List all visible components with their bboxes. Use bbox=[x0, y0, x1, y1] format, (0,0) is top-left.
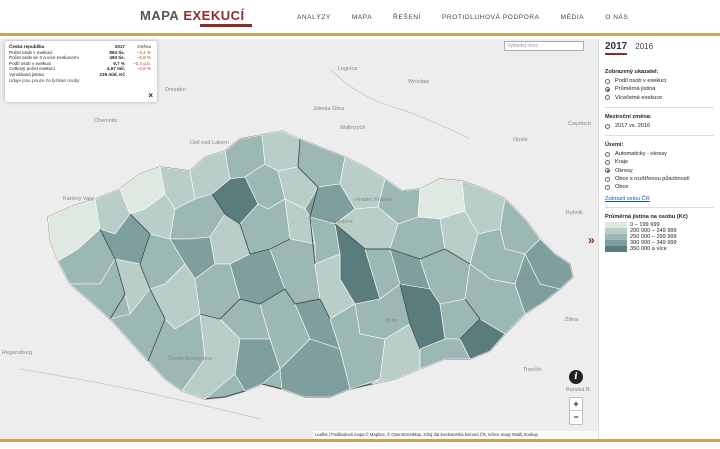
area-title: Území: bbox=[605, 142, 624, 149]
zoom-in-button[interactable]: + bbox=[570, 398, 582, 411]
map-label-regensburg: Regensburg bbox=[2, 350, 32, 356]
logo-underline bbox=[200, 24, 252, 27]
map-label-jelenia-gora: Jelenia Góra bbox=[313, 106, 345, 112]
map-label-banska-bystrica: Banská B. bbox=[566, 387, 592, 393]
zoom-out-button[interactable]: − bbox=[570, 411, 582, 424]
radio-button[interactable] bbox=[605, 185, 610, 191]
map-label-ceske-budejovice: České Budějovice bbox=[168, 356, 213, 362]
radio-option[interactable]: Automaticky - okresy bbox=[605, 150, 714, 158]
radio-option[interactable]: Obce s rozšířenou působností bbox=[605, 175, 714, 183]
indicator-title: Zobrazený ukazatel: bbox=[605, 69, 659, 75]
nav-item-analyzy[interactable]: ANALÝZY bbox=[297, 14, 331, 21]
radio-label: Průměrná jistina bbox=[615, 86, 656, 93]
radio-label: Okresy bbox=[615, 167, 633, 174]
map-label-ostrava: Ostrava bbox=[515, 276, 535, 282]
radio-button[interactable] bbox=[605, 95, 610, 101]
map-label-chemnitz: Chemnitz bbox=[94, 118, 118, 124]
map-label-trencin: Trenčín bbox=[523, 367, 542, 373]
radio-option[interactable]: Průměrná jistina bbox=[605, 85, 714, 93]
map-label-walbrzych: Wałbrzych bbox=[340, 125, 366, 131]
map-attribution: Leaflet | Podkladová mapa © Mapbox, © Op… bbox=[313, 431, 598, 439]
logo[interactable]: MAPA EXEKUCÍ bbox=[140, 8, 252, 27]
radio-option[interactable]: Obce bbox=[605, 183, 714, 191]
radio-option[interactable]: Okresy bbox=[605, 167, 714, 175]
radio-label: Vícečetné exekuce bbox=[615, 94, 663, 101]
map-label-rybnik: Rybnik bbox=[566, 210, 583, 216]
map-label-brno: Brno bbox=[386, 318, 398, 324]
tab-year-2016[interactable]: 2016 bbox=[635, 42, 653, 51]
radio-button[interactable] bbox=[605, 151, 610, 157]
legend-item: 350 000 a více bbox=[605, 245, 714, 252]
radio-label: Obce bbox=[615, 184, 629, 191]
search-input[interactable]: Vyhledej obec bbox=[504, 41, 584, 51]
radio-option[interactable]: 2017 vs. 2016 bbox=[605, 122, 714, 130]
nav-item-mapa[interactable]: MAPA bbox=[352, 14, 372, 21]
infobox-row-label: Vymáhaná jistina bbox=[9, 71, 44, 77]
zoom-control: + − bbox=[569, 397, 583, 425]
radio-button-selected[interactable] bbox=[605, 86, 610, 92]
radio-button[interactable] bbox=[605, 123, 610, 129]
radio-label: Podíl osob v exekuci bbox=[615, 78, 667, 84]
info-icon[interactable]: i bbox=[569, 370, 583, 384]
legend: 0 – 199 999 200 000 – 249 999 250 000 – … bbox=[605, 221, 714, 252]
infobox-row: Vymáhaná jistina 239 mld. Kč bbox=[9, 72, 153, 78]
year-tabs: 2017 2016 bbox=[605, 41, 714, 55]
infobox-row-value: 239 mld. Kč bbox=[99, 71, 125, 77]
radio-option[interactable]: Vícečetné exekuce bbox=[605, 94, 714, 102]
logo-text-exekuci: EXEKUCÍ bbox=[183, 8, 245, 23]
radio-button[interactable] bbox=[605, 176, 610, 182]
header: MAPA EXEKUCÍ ANALÝZY MAPA ŘEŠENÍ PROTIDLU… bbox=[0, 0, 720, 36]
map-label-karlovy-vary: Karlovy Vary bbox=[63, 196, 94, 202]
nav-item-reseni[interactable]: ŘEŠENÍ bbox=[393, 14, 421, 21]
radio-label: Obce s rozšířenou působností bbox=[615, 176, 690, 183]
radio-option[interactable]: Kraje bbox=[605, 158, 714, 166]
infobox-note: Údaje jsou pouze za fyzické osoby bbox=[9, 77, 80, 83]
control-panel: 2017 2016 Zobrazený ukazatel: Podíl osob… bbox=[598, 39, 720, 439]
legend-swatch bbox=[605, 245, 627, 252]
radio-option[interactable]: Podíl osob v exekuci bbox=[605, 77, 714, 85]
legend-label: 350 000 a více bbox=[630, 245, 667, 252]
map-label-pardubice: Pardubice bbox=[328, 219, 353, 225]
map-label-wroclaw: Wrocław bbox=[408, 79, 429, 85]
logo-text-mapa: MAPA bbox=[140, 8, 180, 23]
radio-button[interactable] bbox=[605, 160, 610, 166]
summary-infobox: Česká republika 2017 změna Počet osob v … bbox=[5, 41, 157, 102]
radio-label: 2017 vs. 2016 bbox=[615, 122, 651, 129]
map-label-zilina: Žilina bbox=[565, 317, 579, 323]
nav-item-protidluhova-podpora[interactable]: PROTIDLUHOVÁ PODPORA bbox=[442, 14, 540, 21]
divider bbox=[605, 206, 714, 208]
main-nav: ANALÝZY MAPA ŘEŠENÍ PROTIDLUHOVÁ PODPORA… bbox=[297, 14, 649, 21]
legend-title: Průměrná jistina na osobu (Kč) bbox=[605, 213, 688, 220]
nav-item-media[interactable]: MÉDIA bbox=[561, 14, 585, 21]
divider bbox=[605, 106, 714, 108]
map-label-legnica: Legnica bbox=[338, 66, 358, 72]
map-label-usti: Ústí nad Labem bbox=[190, 140, 229, 146]
nav-item-o-nas[interactable]: O NÁS bbox=[605, 14, 628, 21]
radio-button[interactable] bbox=[605, 78, 610, 84]
radio-label: Kraje bbox=[615, 159, 629, 166]
map-label-hradec-kralove: Hradec Králové bbox=[355, 197, 393, 203]
radio-button-selected[interactable] bbox=[605, 168, 610, 174]
map-label-czestochowa: Częstoch bbox=[568, 121, 591, 127]
collapse-panel-icon[interactable]: » bbox=[588, 233, 595, 247]
infobox-row-change bbox=[125, 72, 151, 78]
footer-bar bbox=[0, 439, 720, 449]
tab-year-2017[interactable]: 2017 bbox=[605, 41, 628, 55]
radio-label: Automaticky - okresy bbox=[615, 151, 667, 158]
show-all-link[interactable]: Zobrazit celou ČR bbox=[605, 196, 714, 202]
divider bbox=[605, 135, 714, 137]
map-label-opole: Opole bbox=[513, 137, 528, 143]
close-icon[interactable]: × bbox=[148, 91, 153, 100]
map-label-dresden: Dresden bbox=[165, 87, 186, 93]
yoy-title: Meziroční změna: bbox=[605, 113, 652, 120]
